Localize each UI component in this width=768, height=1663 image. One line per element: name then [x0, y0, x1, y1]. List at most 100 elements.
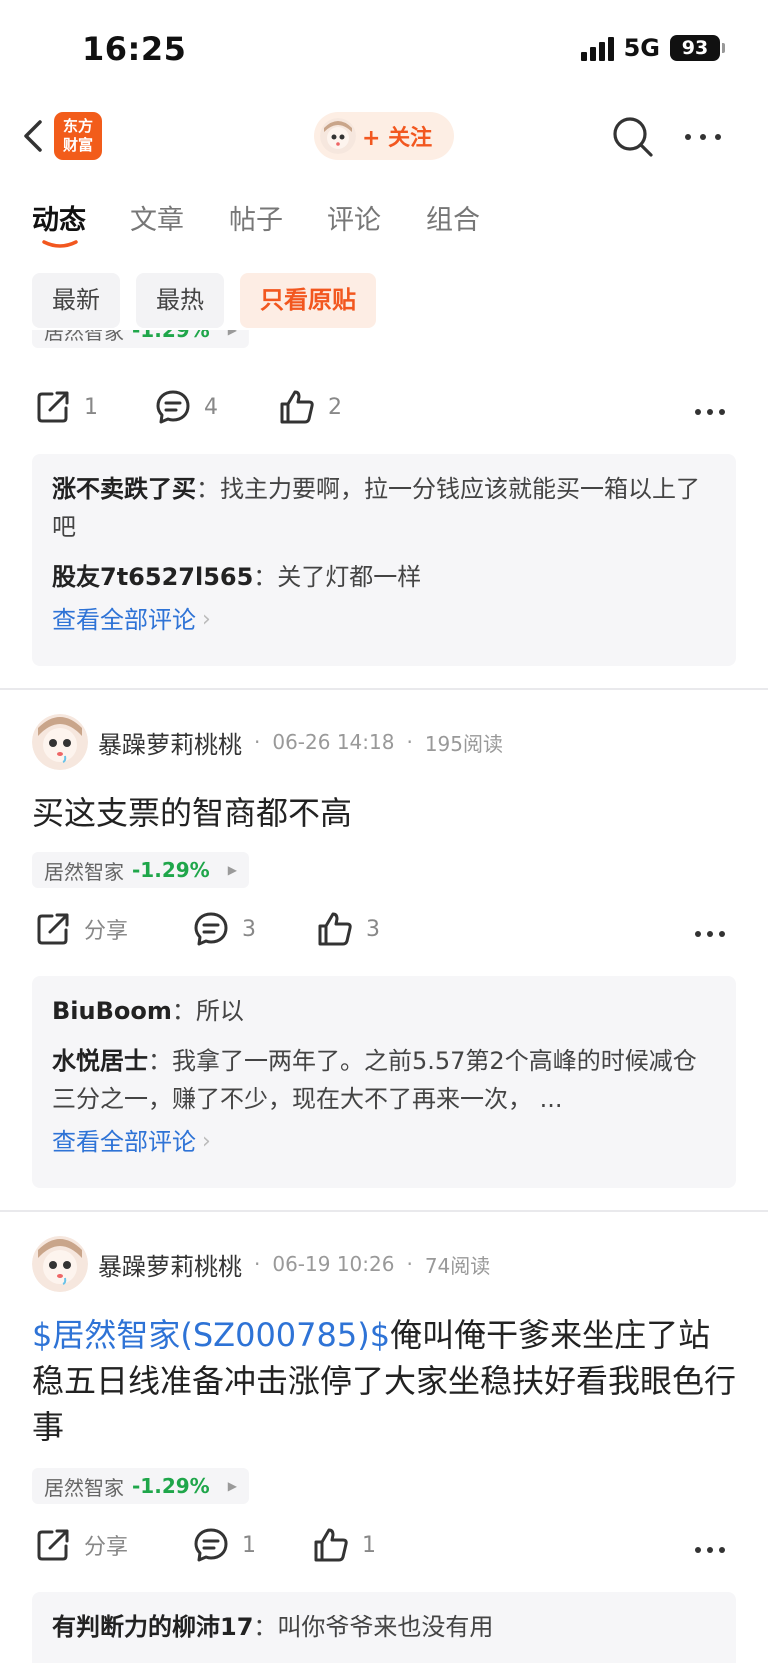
view-all-comments-link[interactable]: 查看全部评论 › — [52, 1122, 716, 1162]
author-name[interactable]: 暴躁萝莉桃桃 — [98, 1247, 242, 1282]
stock-tag-name: 居然智家 — [44, 859, 124, 884]
share-count: 1 — [84, 394, 98, 420]
action-bar: 分享 3 3 — [0, 910, 768, 960]
comment-button[interactable]: 4 — [154, 388, 218, 426]
more-options-icon[interactable] — [690, 392, 730, 432]
post-body[interactable]: 买这支票的智商都不高 — [32, 790, 736, 836]
comment-icon — [156, 390, 190, 424]
author-name[interactable]: 暴躁萝莉桃桃 — [98, 725, 242, 760]
share-button[interactable]: 分享 — [34, 1526, 128, 1564]
more-icon[interactable] — [680, 114, 726, 160]
like-button[interactable]: 1 — [312, 1526, 376, 1564]
comment-author: 涨不卖跌了买 — [52, 475, 196, 503]
like-button[interactable]: 2 — [278, 388, 342, 426]
comment-author: 水悦居士 — [52, 1047, 148, 1075]
comment-author: 有判断力的柳沛17 — [52, 1613, 254, 1641]
stock-tag-name: 居然智家 — [44, 1475, 124, 1500]
chevron-right-icon: › — [202, 607, 211, 632]
network-label: 5G — [623, 34, 660, 62]
post-meta-separator: · — [254, 730, 261, 754]
like-count: 3 — [366, 916, 380, 942]
filter-bar: 最新 最热 只看原贴 — [32, 273, 376, 328]
comment-preview: BiuBoom：所以 水悦居士：我拿了一两年了。之前5.57第2个高峰的时候减仓… — [32, 976, 736, 1188]
comment-separator: ： — [253, 1613, 278, 1641]
post-meta-separator: · — [406, 1252, 413, 1276]
like-button[interactable]: 3 — [316, 910, 380, 948]
follow-label: + 关注 — [362, 126, 433, 151]
comment-count: 3 — [242, 916, 256, 942]
view-all-label: 查看全部评论 — [52, 606, 196, 634]
comment-item[interactable]: 涨不卖跌了买：找主力要啊，拉一分钱应该就能买一箱以上了吧 — [52, 470, 716, 546]
signal-icon — [580, 35, 614, 61]
status-time: 16:25 — [82, 30, 187, 68]
comment-text: 所以 — [195, 997, 244, 1025]
post-date: 06-26 14:18 — [272, 730, 395, 754]
tab-posts[interactable]: 帖子 — [229, 198, 283, 237]
post-divider — [0, 688, 768, 690]
follow-button[interactable]: + 关注 — [314, 112, 454, 160]
back-arrow-icon[interactable] — [18, 116, 48, 156]
comment-author: 股友7t6527l565 — [52, 563, 254, 591]
share-icon — [37, 913, 69, 945]
tab-bar: 动态 文章 帖子 评论 组合 — [0, 190, 768, 250]
view-all-label: 查看全部评论 — [52, 1128, 196, 1156]
stock-tag[interactable]: 居然智家 -1.29% ▶ — [32, 852, 249, 888]
share-icon — [37, 1529, 69, 1561]
tab-portfolios[interactable]: 组合 — [426, 198, 480, 237]
filter-latest[interactable]: 最新 — [32, 273, 120, 328]
filter-hottest[interactable]: 最热 — [136, 273, 224, 328]
stock-tag-change: -1.29% — [132, 1474, 210, 1498]
thumbs-up-icon — [280, 390, 314, 424]
action-bar: 分享 1 1 — [0, 1526, 768, 1576]
more-options-icon[interactable] — [690, 914, 730, 954]
comment-button[interactable]: 3 — [192, 910, 256, 948]
comment-icon — [194, 912, 228, 946]
logo-text-top: 东方 — [62, 117, 93, 135]
post-date: 06-19 10:26 — [272, 1252, 395, 1276]
stock-link[interactable]: $居然智家(SZ000785)$ — [32, 1316, 390, 1354]
stock-tag[interactable]: 居然智家 -1.29% ▶ — [32, 1468, 249, 1504]
share-button[interactable]: 分享 — [34, 910, 128, 948]
thumbs-up-icon — [318, 912, 352, 946]
tab-dynamics[interactable]: 动态 — [32, 198, 86, 237]
post-body: $居然智家(SZ000785)$俺叫俺干爹来坐庄了站稳五日线准备冲击涨停了大家坐… — [32, 1312, 736, 1450]
comment-preview: 涨不卖跌了买：找主力要啊，拉一分钱应该就能买一箱以上了吧 股友7t6527l56… — [32, 454, 736, 666]
comment-item[interactable]: 水悦居士：我拿了一两年了。之前5.57第2个高峰的时候减仓三分之一，赚了不少，现… — [52, 1042, 716, 1118]
post-divider — [0, 1210, 768, 1212]
share-label: 分享 — [84, 919, 129, 944]
comment-text: 关了灯都一样 — [277, 563, 422, 591]
nav-bar: 东方 财富 + 关注 — [0, 100, 768, 174]
read-count: 195阅读 — [424, 731, 504, 756]
comment-button[interactable]: 1 — [192, 1526, 256, 1564]
tag-arrow-icon: ▶ — [227, 1479, 237, 1493]
like-count: 1 — [362, 1532, 376, 1558]
comment-separator: ： — [171, 997, 196, 1025]
comment-item[interactable]: 有判断力的柳沛17：叫你爷爷来也没有用 — [52, 1608, 716, 1646]
stock-tag-change: -1.29% — [132, 858, 210, 882]
comment-count: 1 — [242, 1532, 256, 1558]
share-label: 分享 — [84, 1535, 129, 1560]
comment-icon — [194, 1528, 228, 1562]
comment-item[interactable]: BiuBoom：所以 — [52, 992, 716, 1030]
post-meta-separator: · — [406, 730, 413, 754]
share-button[interactable]: 1 — [34, 388, 98, 426]
action-bar: 1 4 2 — [0, 388, 768, 438]
tab-comments[interactable]: 评论 — [327, 198, 381, 237]
filter-original-only[interactable]: 只看原贴 — [240, 273, 376, 328]
avatar[interactable] — [32, 714, 88, 770]
more-options-icon[interactable] — [690, 1530, 730, 1570]
comment-author: BiuBoom — [52, 997, 172, 1025]
tag-arrow-icon: ▶ — [227, 863, 237, 877]
post-meta-separator: · — [254, 1252, 261, 1276]
status-indicators: 5G 93 — [580, 34, 725, 62]
avatar[interactable] — [32, 1236, 88, 1292]
comment-preview: 有判断力的柳沛17：叫你爷爷来也没有用 — [32, 1592, 736, 1663]
tab-articles[interactable]: 文章 — [130, 198, 184, 237]
view-all-comments-link[interactable]: 查看全部评论 › — [52, 600, 716, 640]
comment-item[interactable]: 股友7t6527l565：关了灯都一样 — [52, 558, 716, 596]
comment-separator: ： — [148, 1047, 172, 1075]
search-icon[interactable] — [610, 114, 656, 160]
avatar — [320, 118, 356, 154]
status-bar: 16:25 5G 93 — [0, 0, 768, 100]
share-icon — [37, 391, 69, 423]
